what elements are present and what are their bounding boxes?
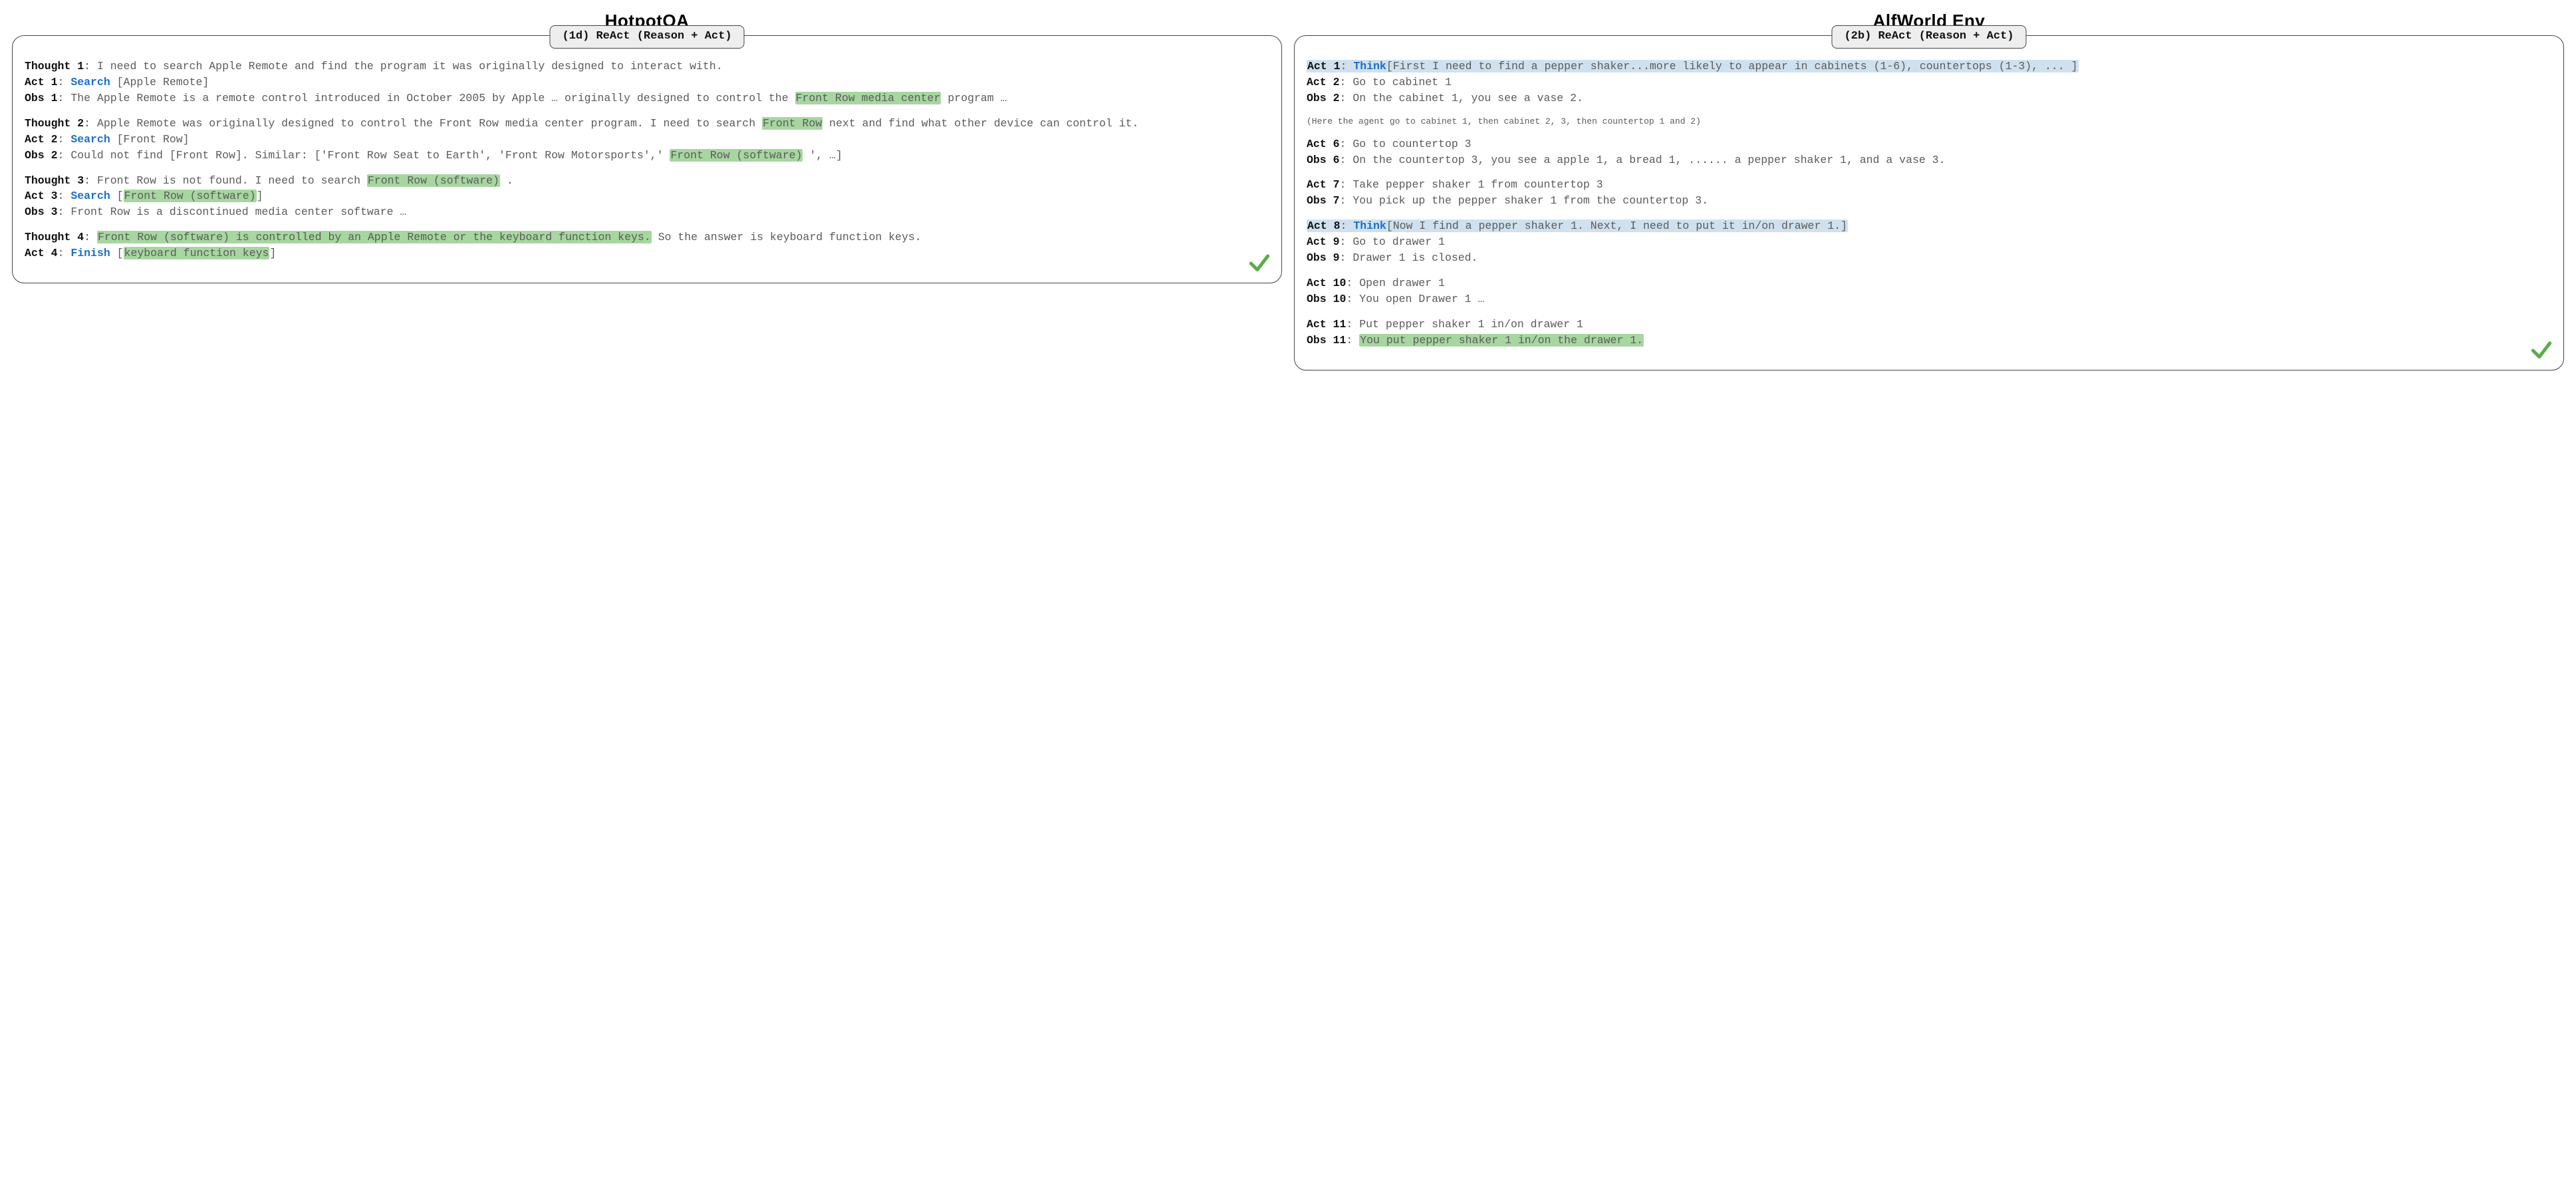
text-obs7: You pick up the pepper shaker 1 from the… [1352,194,1708,207]
skip-note: (Here the agent go to cabinet 1, then ca… [1307,116,2551,128]
text-obs2-pre: Could not find [Front Row]. Similar: ['F… [70,149,670,162]
arg-act2: [Front Row] [117,133,190,146]
label-act8: Act 8 [1307,220,1341,232]
label-obs3: Obs 3 [25,206,58,218]
highlight-obs2: Front Row (software) [670,149,803,162]
bracket-open: [ [117,190,124,202]
label-thought2: Thought 2 [25,117,84,130]
text-act1: [First I need to find a pepper shaker...… [1386,60,2078,73]
label-thought4: Thought 4 [25,231,84,243]
block-act6: Act 6: Go to countertop 3 Obs 6: On the … [1307,136,2551,168]
bracket-close: ] [269,247,276,259]
block-act8-9: Act 8: Think[Now I find a pepper shaker … [1307,218,2551,266]
keyword-search: Search [70,133,110,146]
bracket-close: ] [257,190,263,202]
alfworld-column: AlfWorld Env (2b) ReAct (Reason + Act) A… [1294,8,2564,370]
text-act9: Go to drawer 1 [1352,235,1445,248]
label-thought3: Thought 3 [25,174,84,187]
text-obs10: You open Drawer 1 … [1359,293,1484,305]
hotpotqa-tab: (1d) ReAct (Reason + Act) [549,25,744,49]
text-act2: Go to cabinet 1 [1352,76,1452,88]
block-act10: Act 10: Open drawer 1 Obs 10: You open D… [1307,275,2551,307]
text-act11: Put pepper shaker 1 in/on drawer 1 [1359,318,1583,331]
label-act6: Act 6 [1307,138,1340,150]
label-thought1: Thought 1 [25,60,84,73]
label-obs1: Obs 1 [25,92,58,104]
label-obs2: Obs 2 [25,149,58,162]
keyword-search: Search [70,76,110,88]
label-obs7: Obs 7 [1307,194,1340,207]
text-obs1-pre: The Apple Remote is a remote control int… [70,92,795,104]
highlight-obs11: You put pepper shaker 1 in/on the drawer… [1359,334,1644,347]
text-act8: [Now I find a pepper shaker 1. Next, I n… [1386,220,1847,232]
text-obs1-post: program … [948,92,1007,104]
check-icon [1247,251,1272,276]
label-obs10: Obs 10 [1307,293,1346,305]
label-obs6: Obs 6 [1307,154,1340,166]
block-thought3: Thought 3: Front Row is not found. I nee… [25,173,1269,221]
block-thought4: Thought 4: Front Row (software) is contr… [25,229,1269,261]
label-act2: Act 2 [1307,76,1340,88]
text-obs9: Drawer 1 is closed. [1352,251,1478,264]
label-act11: Act 11 [1307,318,1346,331]
label-act1: Act 1 [1307,60,1341,73]
label-obs2: Obs 2 [1307,92,1340,104]
text-obs2: On the cabinet 1, you see a vase 2. [1352,92,1583,104]
text-thought1: I need to search Apple Remote and find t… [97,60,723,73]
highlight-obs1: Front Row media center [795,92,942,104]
label-act3: Act 3 [25,190,58,202]
block-act11: Act 11: Put pepper shaker 1 in/on drawer… [1307,317,2551,349]
highlight-thought4: Front Row (software) is controlled by an… [97,231,652,243]
check-icon [2529,338,2554,363]
text-act7: Take pepper shaker 1 from countertop 3 [1352,178,1603,191]
label-act2: Act 2 [25,133,58,146]
block-act1-2: Act 1: Think[First I need to find a pepp… [1307,59,2551,106]
block-act7: Act 7: Take pepper shaker 1 from counter… [1307,177,2551,209]
hotpotqa-panel: (1d) ReAct (Reason + Act) Thought 1: I n… [12,35,1282,283]
label-act9: Act 9 [1307,235,1340,248]
block-thought1: Thought 1: I need to search Apple Remote… [25,59,1269,106]
highlight-thought2: Front Row [762,117,823,130]
label-obs9: Obs 9 [1307,251,1340,264]
text-thought3-post: . [507,174,513,187]
text-act6: Go to countertop 3 [1352,138,1471,150]
text-act10: Open drawer 1 [1359,277,1445,289]
text-obs6: On the countertop 3, you see a apple 1, … [1352,154,1945,166]
text-obs3: Front Row is a discontinued media center… [70,206,406,218]
label-act10: Act 10 [1307,277,1346,289]
text-thought3-pre: Front Row is not found. I need to search [97,174,367,187]
keyword-think: Think [1353,220,1386,232]
keyword-think: Think [1353,60,1386,73]
text-thought4-post: So the answer is keyboard function keys. [658,231,922,243]
keyword-finish: Finish [70,247,110,259]
arg-act1: [Apple Remote] [117,76,209,88]
text-thought2-pre: Apple Remote was originally designed to … [97,117,762,130]
keyword-search: Search [70,190,110,202]
highlight-act3: Front Row (software) [124,190,257,202]
text-thought2-post: next and find what other device can cont… [829,117,1138,130]
block-thought2: Thought 2: Apple Remote was originally d… [25,116,1269,164]
label-act4: Act 4 [25,247,58,259]
highlight-act4: keyboard function keys [124,247,270,259]
bracket-open: [ [117,247,124,259]
hotpotqa-column: HotpotQA (1d) ReAct (Reason + Act) Thoug… [12,8,1282,370]
label-act7: Act 7 [1307,178,1340,191]
highlight-thought3: Front Row (software) [367,174,500,187]
alfworld-panel: (2b) ReAct (Reason + Act) Act 1: Think[F… [1294,35,2564,370]
text-obs2-post: ', …] [809,149,842,162]
label-act1: Act 1 [25,76,58,88]
figure-root: HotpotQA (1d) ReAct (Reason + Act) Thoug… [0,0,2576,382]
alfworld-tab: (2b) ReAct (Reason + Act) [1831,25,2026,49]
label-obs11: Obs 11 [1307,334,1346,347]
